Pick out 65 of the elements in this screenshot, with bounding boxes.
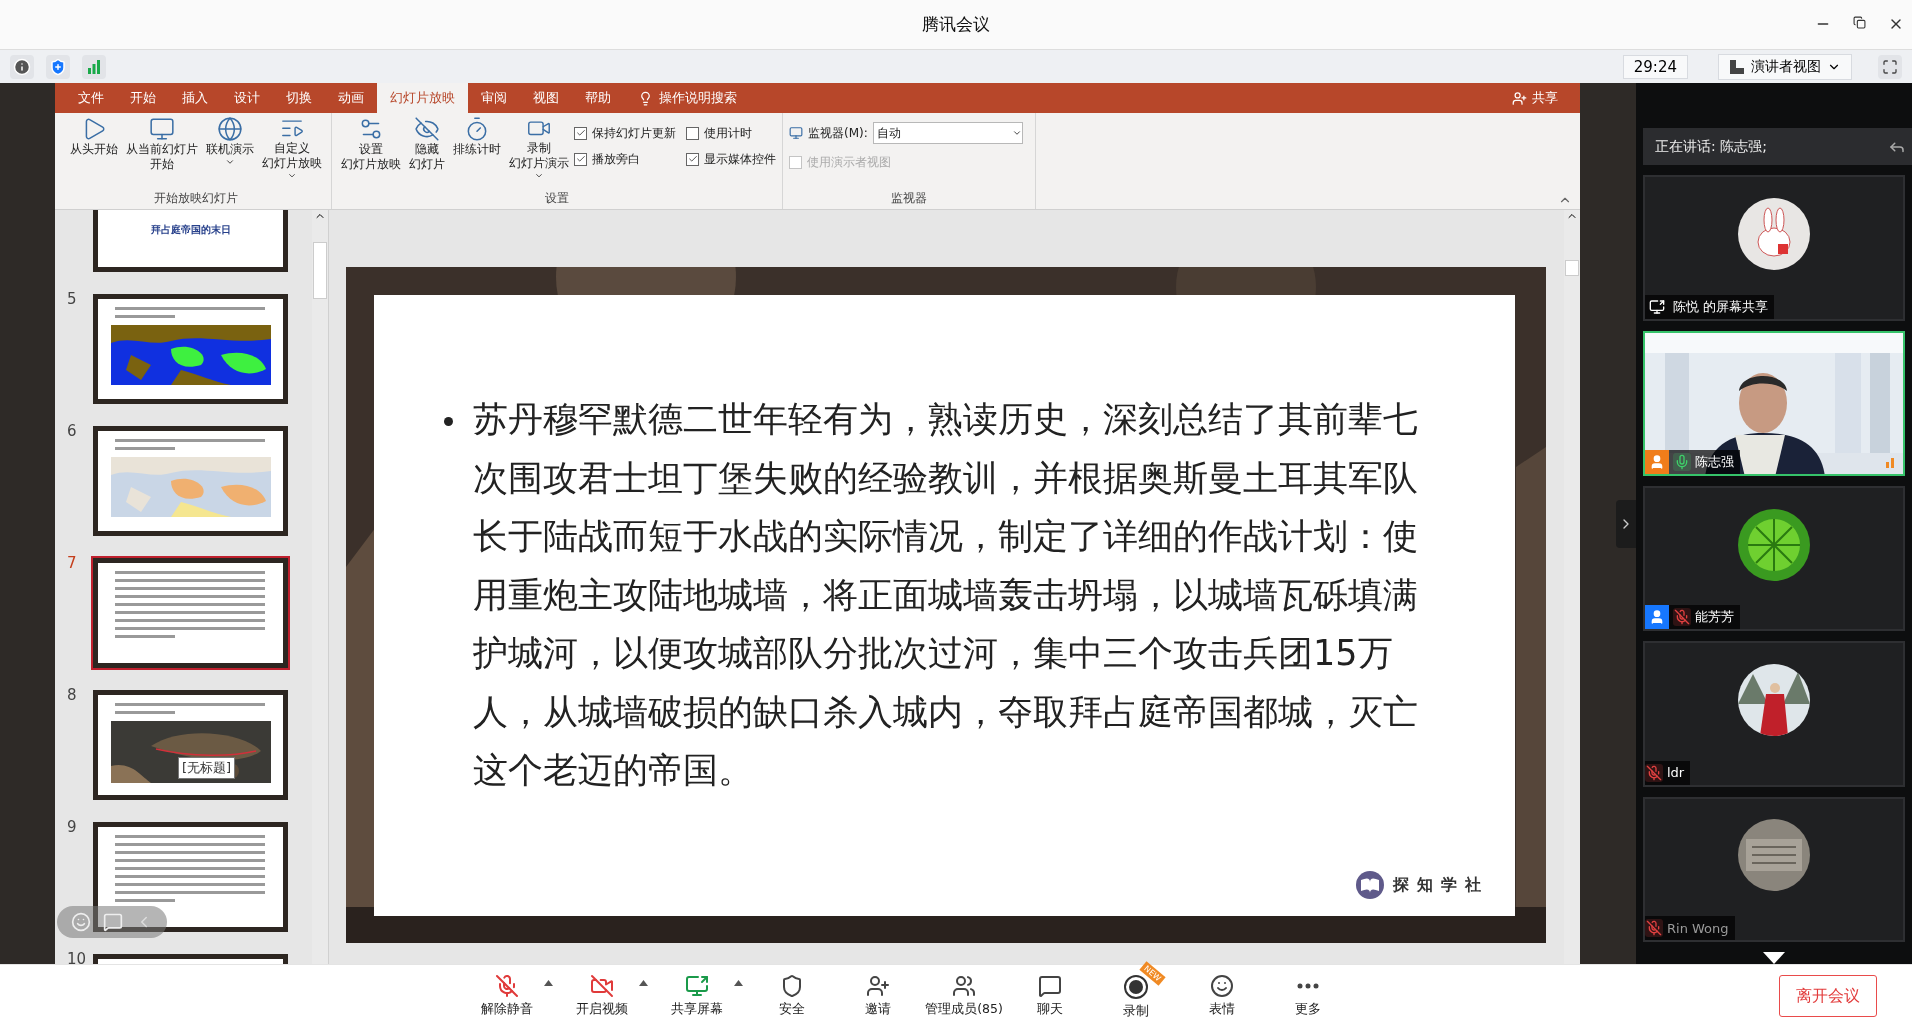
toolbar-button[interactable]: 开启视频 [565, 973, 639, 1018]
logo-text: 探知学社 [1393, 874, 1489, 896]
group-label: 开始放映幻灯片 [153, 190, 239, 207]
slide-thumbnail[interactable]: 拜占庭帝国的末日 [91, 210, 290, 274]
ribbon-tab[interactable]: 插入 [169, 83, 221, 113]
meeting-timer: 29:24 [1622, 54, 1688, 79]
slide-number: 8 [67, 688, 78, 703]
toolbar-button[interactable]: 安全 [755, 973, 829, 1018]
ribbon-tab[interactable]: 视图 [520, 83, 572, 113]
slide-number: 9 [67, 820, 78, 835]
ribbon-button[interactable]: 从当前幻灯片 开始 [123, 116, 201, 180]
monitor-select[interactable]: 自动 [872, 122, 1023, 144]
slide-title: 拜占庭帝国的末日 [150, 223, 231, 237]
ribbon-tab[interactable]: 审阅 [468, 83, 520, 113]
participant-tile[interactable]: ldr [1643, 641, 1905, 787]
participant-name: Rin Wong [1667, 920, 1729, 936]
tell-me-search[interactable]: 操作说明搜索 [638, 83, 737, 113]
checkbox-option[interactable]: 保持幻灯片更新 [574, 120, 676, 146]
checkbox-option[interactable]: 使用计时 [686, 120, 776, 146]
ribbon-button[interactable]: 自定义 幻灯片放映 [259, 116, 325, 180]
toolbar-button[interactable]: 共享屏幕 [660, 973, 734, 1018]
ribbon-tab[interactable]: 帮助 [572, 83, 624, 113]
toolbar-button[interactable]: 更多 [1271, 973, 1345, 1018]
slide-number: 6 [67, 424, 78, 439]
share-button[interactable]: 共享 [1512, 83, 1558, 113]
ribbon-tab[interactable]: 文件 [65, 83, 117, 113]
view-mode-dropdown[interactable]: 演讲者视图 [1718, 53, 1852, 80]
leave-meeting-button[interactable]: 离开会议 [1779, 975, 1877, 1017]
participant-tile[interactable]: Rin Wong [1643, 796, 1905, 942]
participant-tile[interactable]: 能芳芳 [1643, 486, 1905, 632]
slide-text: 苏丹穆罕默德二世年轻有为，熟读历史，深刻总结了其前辈七次围攻君士坦丁堡失败的经验教训，并根据奥斯曼土耳其军队长于陆战而短于水战的实际情况，制定了详细的作战计划：使用重炮主攻陆地城墙，将正面城墙轰击坍塌，以城墙瓦砾填满护城河，以便攻城部队分批次过河，集中三个攻击兵团15万人，从城墙破损的缺口杀入城内，夺取拜占庭帝国都城，灭亡这个老迈的帝国。 [473, 398, 1419, 792]
ribbon-tab[interactable]: 设计 [221, 83, 273, 113]
slide-number: 10 [67, 952, 85, 964]
slide-number: 5 [67, 292, 78, 307]
participant-tile[interactable]: 陈志强 [1643, 330, 1905, 476]
checkbox-option[interactable]: 显示媒体控件 [686, 146, 776, 172]
ribbon-button[interactable]: 隐藏 幻灯片 [406, 116, 448, 180]
toolbar-button[interactable]: 解除静音 [470, 973, 544, 1018]
participant-tile[interactable]: 陈悦 的屏幕共享 [1643, 175, 1905, 321]
slide-number: 7 [67, 556, 78, 571]
group-label: 设置 [544, 190, 570, 207]
ribbon-button[interactable]: 联机演示 [203, 116, 257, 180]
field-label: 监视器(M): [808, 124, 868, 142]
window-title: 腾讯会议 [922, 13, 990, 36]
ribbon-button[interactable]: 录制 幻灯片演示 [506, 116, 572, 180]
group-label: 监视器 [890, 190, 928, 207]
ribbon-button[interactable]: 从头开始 [67, 116, 121, 180]
ribbon-tab[interactable]: 幻灯片放映 [377, 83, 468, 113]
participant-name: 陈志强 [1695, 453, 1734, 471]
ribbon-tab[interactable]: 开始 [117, 83, 169, 113]
tooltip: [无标题] [178, 757, 236, 779]
participant-name: ldr [1667, 765, 1685, 781]
checkbox-option[interactable]: 播放旁白 [574, 146, 676, 172]
ribbon-button[interactable]: 设置 幻灯片放映 [338, 116, 404, 180]
toolbar-button[interactable]: 聊天 [1013, 973, 1087, 1018]
toolbar-button[interactable]: 管理成员(85) [927, 973, 1001, 1018]
ribbon-tab[interactable]: 切换 [273, 83, 325, 113]
participant-name: 能芳芳 [1695, 608, 1734, 627]
slide-thumbnail[interactable]: [无标题] [91, 688, 290, 802]
toolbar-button[interactable]: 表情 [1185, 973, 1259, 1018]
ribbon-tab[interactable]: 动画 [325, 83, 377, 113]
speaker-label: 正在讲话: 陈志强; [1655, 137, 1767, 156]
participant-name: 陈悦 的屏幕共享 [1673, 297, 1769, 316]
toolbar-button[interactable]: 邀请 [841, 973, 915, 1018]
ribbon-button[interactable]: 排练计时 [450, 116, 504, 180]
